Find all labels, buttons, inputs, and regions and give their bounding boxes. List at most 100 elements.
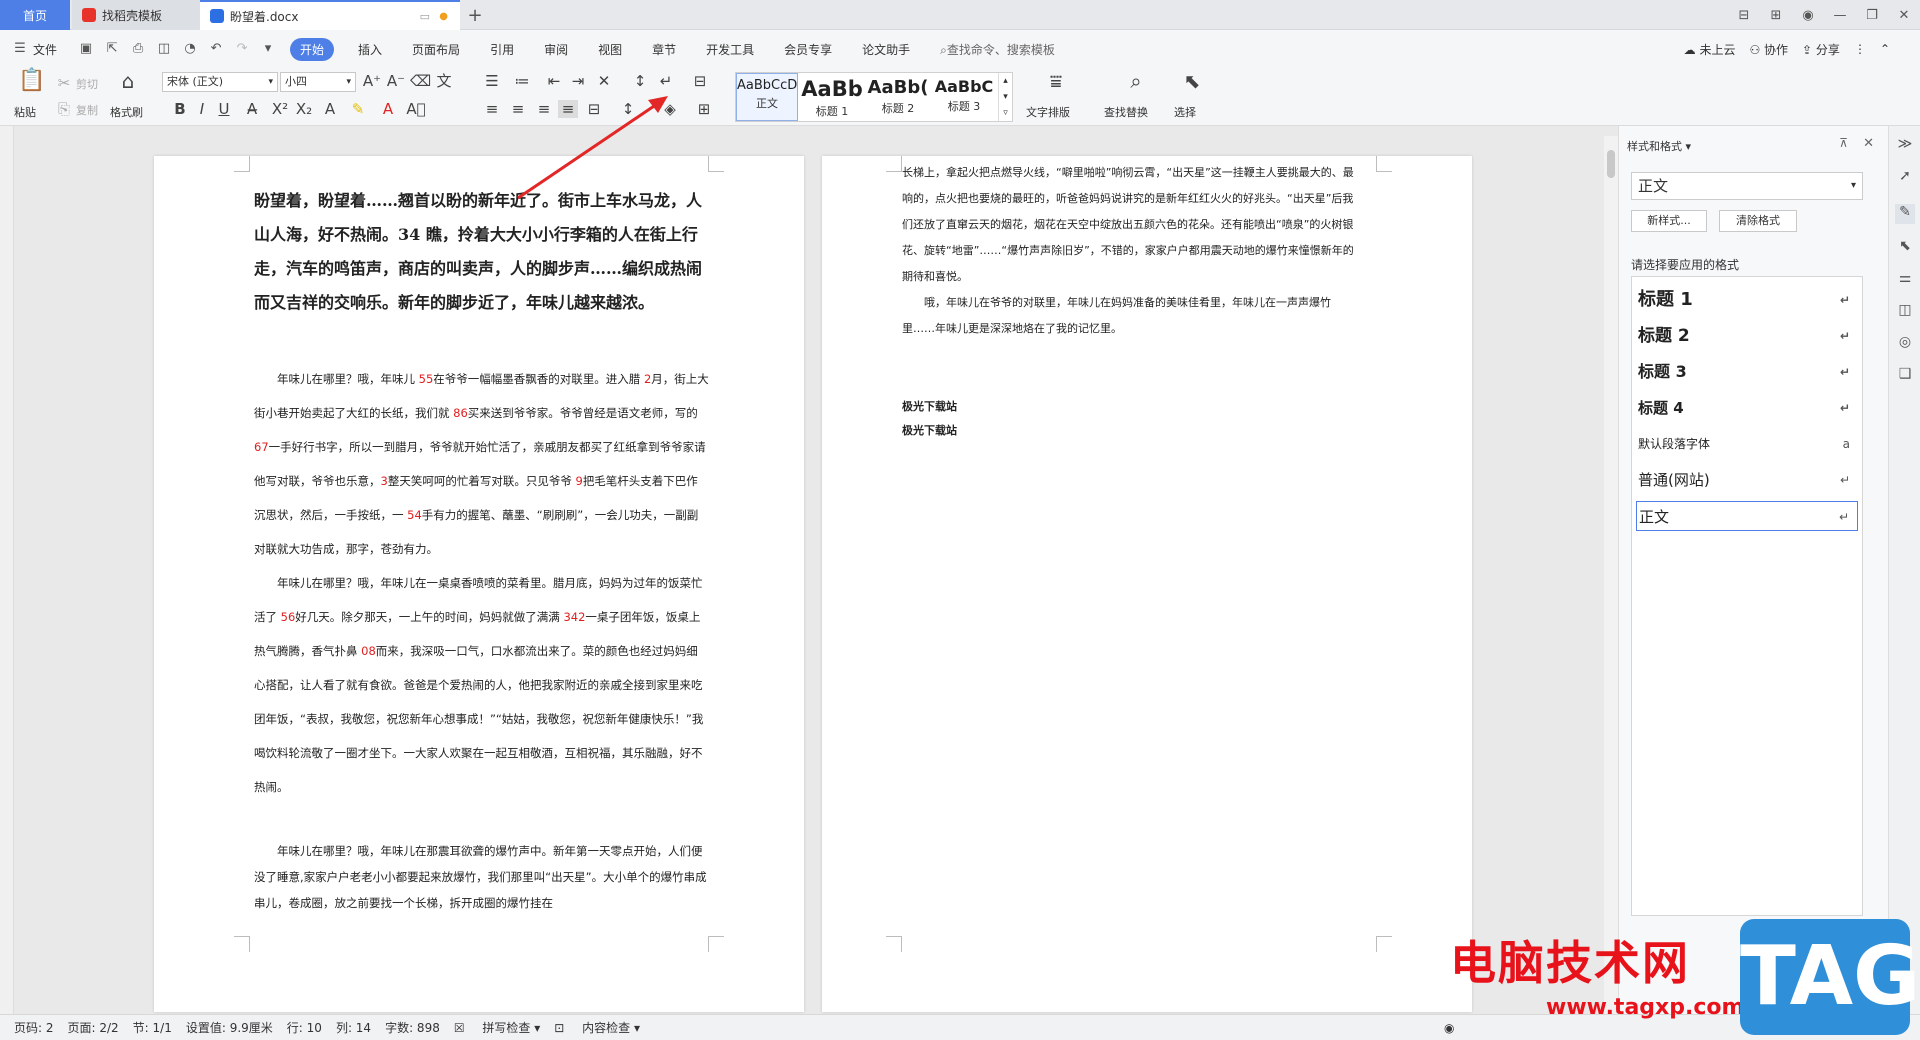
body-paragraph-3[interactable]: 年味儿在哪里？哦，年味儿在那震耳欲聋的爆竹声中。新年第一天零点开始，人们便没了睡… xyxy=(254,838,709,916)
menu-developer[interactable]: 开发工具 xyxy=(706,41,754,58)
menu-references[interactable]: 引用 xyxy=(490,41,514,58)
save-icon[interactable]: ▣ xyxy=(78,41,94,57)
scrollbar-thumb[interactable] xyxy=(1607,150,1615,178)
avatar[interactable]: ◉ xyxy=(1792,8,1824,23)
minimize-icon[interactable]: — xyxy=(1824,8,1856,23)
bullets-icon[interactable]: ☰ xyxy=(482,72,502,90)
menu-view[interactable]: 视图 xyxy=(598,41,622,58)
font-size-select[interactable]: 小四 ▾ xyxy=(280,72,356,92)
clear-format-button[interactable]: 清除格式 xyxy=(1719,210,1797,232)
body-paragraph-1[interactable]: 年味儿在哪里？哦，年味儿 55在爷爷一幅幅墨香飘香的对联里。进入腊 2月，街上大… xyxy=(254,362,709,566)
print-icon[interactable]: ⎙ xyxy=(130,41,146,57)
menu-insert[interactable]: 插入 xyxy=(358,41,382,58)
status-row[interactable]: 行: 10 xyxy=(287,1019,322,1036)
shrink-font-icon[interactable]: A⁻ xyxy=(386,72,406,90)
underline-icon[interactable]: U xyxy=(214,100,234,118)
page2-line-1[interactable]: 极光下载站 xyxy=(902,394,1362,420)
font-name-select[interactable]: 宋体 (正文) ▾ xyxy=(162,72,278,92)
document-heading-paragraph[interactable]: 盼望着，盼望着……翘首以盼的新年近了。街市上车水马龙，人山人海，好不热闹。34 … xyxy=(254,184,709,320)
close-icon[interactable]: ✕ xyxy=(1888,8,1920,23)
italic-icon[interactable]: I xyxy=(192,100,212,118)
text-layout-button[interactable]: 文字排版 xyxy=(1026,104,1070,120)
menu-page-layout[interactable]: 页面布局 xyxy=(412,41,460,58)
spell-check-toggle[interactable]: ☒ 拼写检查 ▾ xyxy=(454,1019,540,1036)
text-layout-icon[interactable]: ⩸ xyxy=(1044,71,1068,91)
layout-icon[interactable]: ⊟ xyxy=(1728,8,1760,23)
align-right-icon[interactable]: ≡ xyxy=(534,100,554,118)
show-hide-marks-icon[interactable]: ↵ xyxy=(656,72,676,90)
menu-member[interactable]: 会员专享 xyxy=(784,41,832,58)
gallery-style-heading2[interactable]: AaBb( 标题 2 xyxy=(866,73,930,121)
more-quick-icon[interactable]: ▾ xyxy=(260,41,276,57)
adjust-icon[interactable]: ⚌ xyxy=(1895,270,1915,290)
paste-button[interactable]: 粘贴 xyxy=(14,104,36,120)
gallery-style-normal[interactable]: AaBbCcD 正文 xyxy=(736,73,798,121)
document-scrollbar[interactable] xyxy=(1604,136,1618,1014)
pin-icon[interactable]: ⊼ xyxy=(1839,136,1848,150)
format-painter-icon[interactable]: ⌂ xyxy=(118,71,138,91)
line-spacing-icon[interactable]: ↕ xyxy=(618,100,638,118)
redo-icon[interactable]: ↷ xyxy=(234,41,250,57)
monitor-icon[interactable]: ▭ xyxy=(420,10,430,23)
menu-file[interactable]: 文件 xyxy=(33,41,57,58)
align-center-icon[interactable]: ≡ xyxy=(508,100,528,118)
share-button[interactable]: ⇪ 分享 xyxy=(1802,41,1840,58)
export-icon[interactable]: ⇱ xyxy=(104,41,120,57)
page-2[interactable]: 长梯上，拿起火把点燃导火线，“噼里啪啦”响彻云霄，“出天星”这一挂鞭主人要挑最大… xyxy=(822,156,1472,1012)
grid-icon[interactable]: ⊞ xyxy=(1760,8,1792,23)
increase-indent-icon[interactable]: ⇥ xyxy=(568,72,588,90)
menu-paper-assistant[interactable]: 论文助手 xyxy=(862,41,910,58)
tab-template[interactable]: 找稻壳模板 xyxy=(72,0,200,30)
paste-icon[interactable]: 📋 xyxy=(18,70,45,92)
style-item-heading2[interactable]: 标题 2 ↵ xyxy=(1636,321,1858,351)
menu-section[interactable]: 章节 xyxy=(652,41,676,58)
page2-line-2[interactable]: 极光下载站 xyxy=(902,418,1362,444)
style-item-normal[interactable]: 正文 ↵ xyxy=(1636,501,1858,531)
distributed-icon[interactable]: ⊟ xyxy=(584,100,604,118)
tab-home[interactable]: 首页 xyxy=(0,0,70,30)
vertical-ruler[interactable] xyxy=(0,126,14,1014)
superscript-icon[interactable]: X² xyxy=(270,100,290,118)
find-replace-button[interactable]: 查找替换 xyxy=(1104,104,1148,120)
collapse-pane-icon[interactable]: ≫ xyxy=(1895,136,1915,156)
table-icon[interactable]: ⊟ xyxy=(690,72,710,90)
font-color-icon[interactable]: A xyxy=(378,100,398,118)
status-page-number[interactable]: 页码: 2 xyxy=(14,1019,54,1036)
new-style-button[interactable]: 新样式... xyxy=(1631,210,1707,232)
cloud-status[interactable]: ☁ 未上云 xyxy=(1684,41,1736,58)
style-item-heading4[interactable]: 标题 4 ↵ xyxy=(1636,393,1858,423)
style-item-heading1[interactable]: 标题 1 ↵ xyxy=(1636,285,1858,315)
command-search[interactable]: ⌕查找命令、搜索模板 xyxy=(940,41,1055,58)
strikethrough-icon[interactable]: A̶ xyxy=(242,100,262,118)
spell-icon[interactable]: ◔ xyxy=(182,41,198,57)
highlight-icon[interactable]: ✎ xyxy=(348,100,368,118)
clear-format-icon[interactable]: ⌫ xyxy=(410,72,431,90)
more-options-icon[interactable]: ⋮ xyxy=(1854,42,1866,56)
char-border-icon[interactable]: A⃞ xyxy=(406,100,426,118)
pane-title[interactable]: 样式和格式 ▾ xyxy=(1627,138,1691,154)
menu-review[interactable]: 审阅 xyxy=(544,41,568,58)
cut-icon[interactable]: ✂ xyxy=(54,74,74,92)
copy-button[interactable]: 复制 xyxy=(76,102,98,118)
status-word-count[interactable]: 字数: 898 xyxy=(385,1019,440,1036)
collapse-ribbon-icon[interactable]: ⌃ xyxy=(1880,42,1890,56)
status-setting[interactable]: 设置值: 9.9厘米 xyxy=(186,1019,273,1036)
tab-document[interactable]: 盼望着.docx ▭ ● xyxy=(200,0,460,30)
justify-icon[interactable]: ≡ xyxy=(558,100,578,118)
bold-icon[interactable]: B xyxy=(170,100,190,118)
collaborate-button[interactable]: ⚇ 协作 xyxy=(1749,41,1788,58)
restore-icon[interactable]: ❐ xyxy=(1856,8,1888,23)
decrease-indent-icon[interactable]: ⇤ xyxy=(544,72,564,90)
borders-icon[interactable]: ⊞ xyxy=(694,100,714,118)
styles-pane-icon[interactable]: ✎ xyxy=(1895,204,1915,224)
close-icon[interactable]: ✕ xyxy=(1863,136,1874,151)
subscript-icon[interactable]: X₂ xyxy=(294,100,314,118)
status-pages[interactable]: 页面: 2/2 xyxy=(68,1019,119,1036)
menu-start[interactable]: 开始 xyxy=(290,37,335,61)
pinyin-icon[interactable]: 文 xyxy=(434,72,454,90)
gallery-scroll[interactable]: ▴ ▾ ▿ xyxy=(998,73,1012,121)
content-check-toggle[interactable]: ⊡ 内容检查 ▾ xyxy=(554,1019,640,1036)
compass-icon[interactable]: ◎ xyxy=(1895,334,1915,354)
find-icon[interactable]: ⌕ xyxy=(1124,71,1148,91)
status-section[interactable]: 节: 1/1 xyxy=(133,1019,172,1036)
